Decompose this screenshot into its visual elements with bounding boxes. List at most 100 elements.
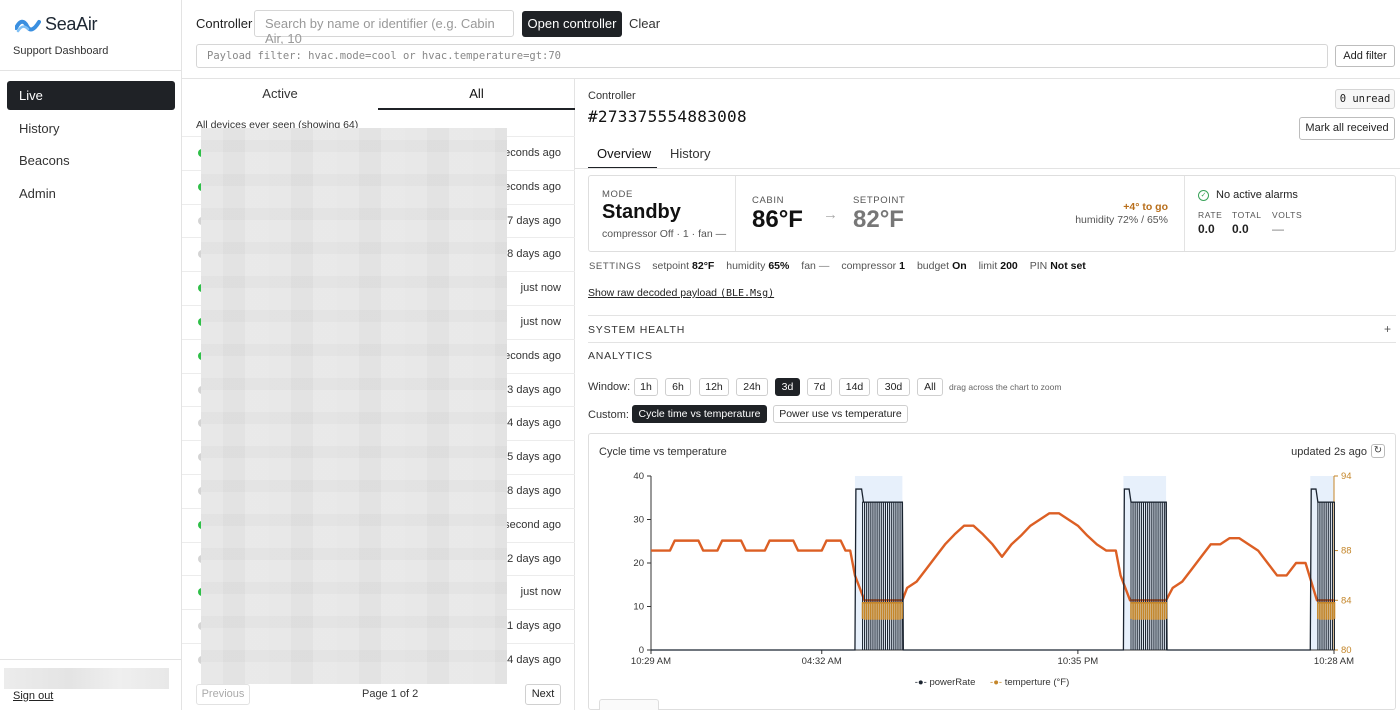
status-card: MODE Standby compressor Off · 1 · fan — … (588, 175, 1396, 252)
cabin-label: CABIN (752, 195, 785, 206)
last-seen-time: 38 days ago (501, 248, 561, 261)
temperature-cycle-line (1317, 601, 1336, 620)
y-right-tick-label: 88 (1341, 546, 1352, 557)
last-seen-time: second ago (504, 518, 561, 531)
setting-value: 65% (768, 260, 790, 272)
y-right-tick-label: 80 (1341, 645, 1352, 656)
last-seen-time: 14 days ago (501, 417, 561, 430)
x-tick-label: 10:29 AM (631, 656, 671, 667)
setting-value: 1 (899, 260, 906, 272)
y-left-tick-label: 10 (633, 602, 644, 613)
brand-logo[interactable]: SeaAir (15, 14, 98, 35)
sidebar-item-beacons[interactable]: Beacons (7, 146, 175, 175)
mode-value: Standby (602, 201, 681, 223)
clear-button[interactable]: Clear (629, 16, 660, 31)
tab-active[interactable]: Active (182, 79, 378, 110)
controller-search-input[interactable]: Search by name or identifier (e.g. Cabin… (254, 10, 514, 46)
legend-label: powerRate (929, 677, 976, 688)
setting-key: limit (978, 260, 998, 272)
cabin-heat-line (651, 512, 1334, 602)
expand-plus-icon[interactable]: + (1384, 322, 1391, 336)
y-right-tick-label: 94 (1341, 471, 1352, 482)
setting-value: 82°F (692, 260, 715, 272)
raw-link-text: Show raw decoded payload (588, 287, 718, 299)
window-12h-button[interactable]: 12h (699, 378, 729, 396)
divider (588, 315, 1396, 316)
device-names-redacted (201, 128, 507, 684)
last-seen-time: just now (520, 586, 561, 599)
analytics-header: ANALYTICS (588, 350, 653, 362)
last-seen-time: seconds ago (498, 147, 561, 159)
next-page-button[interactable]: Next (525, 684, 561, 705)
window-24h-button[interactable]: 24h (736, 378, 768, 396)
tab-history[interactable]: History (670, 146, 710, 169)
setting-key: budget (916, 260, 950, 272)
legend-powerrate[interactable]: -●- powerRate (915, 677, 976, 688)
previous-page-button[interactable]: Previous (196, 684, 250, 705)
settings-label: SETTINGS (589, 261, 642, 272)
custom-cycle-time-button[interactable]: Cycle time vs temperature (632, 405, 767, 423)
last-seen-time: just now (520, 282, 561, 295)
last-seen-time: seconds ago (498, 349, 561, 362)
setting-value: On (952, 260, 967, 272)
divider (588, 342, 1396, 343)
window-14d-button[interactable]: 14d (839, 378, 870, 396)
y-left-tick-label: 40 (633, 471, 644, 482)
window-6h-button[interactable]: 6h (665, 378, 691, 396)
refresh-icon[interactable]: ↻ (1371, 444, 1385, 458)
mark-all-received-button[interactable]: Mark all received (1299, 117, 1395, 140)
rate-value: 0.0 (1198, 222, 1215, 236)
divider (575, 168, 1400, 169)
x-tick-label: 10:35 PM (1058, 656, 1099, 667)
sign-out-link[interactable]: Sign out (13, 690, 53, 702)
chart-card: Cycle time vs temperature updated 2s ago… (588, 433, 1396, 710)
controller-id: #273375554883008 (588, 107, 747, 126)
window-3d-button[interactable]: 3d (775, 378, 800, 396)
controller-label: Controller (588, 90, 636, 102)
check-circle-icon: ✓ (1198, 190, 1209, 201)
mode-subtext: compressor Off · 1 · fan — (602, 228, 727, 240)
last-seen-time: 7 days ago (507, 214, 561, 227)
volts-label: VOLTS (1272, 210, 1303, 220)
add-filter-button[interactable]: Add filter (1335, 45, 1395, 67)
setting-key: setpoint (652, 260, 690, 272)
window-30d-button[interactable]: 30d (877, 378, 910, 396)
user-name-redacted (4, 668, 169, 689)
last-seen-time: seconds ago (498, 180, 561, 193)
mode-label: MODE (602, 189, 633, 200)
setting-value: — (818, 260, 830, 272)
last-seen-time: 18 days ago (501, 485, 561, 497)
show-raw-payload-link[interactable]: Show raw decoded payload (BLE.Msg) (588, 287, 774, 299)
settings-row: SETTINGS setpoint 82°F humidity 65% fan — c… (589, 260, 1095, 272)
window-all-button[interactable]: All (917, 378, 943, 396)
custom-power-use-button[interactable]: Power use vs temperature (773, 405, 908, 423)
setting-key: fan (801, 260, 816, 272)
sidebar-item-admin[interactable]: Admin (7, 179, 175, 208)
alarm-status: No active alarms (1216, 189, 1298, 201)
divider (1184, 176, 1185, 251)
window-7d-button[interactable]: 7d (807, 378, 832, 396)
window-1h-button[interactable]: 1h (634, 378, 658, 396)
setting-key: compressor (841, 260, 897, 272)
custom-label: Custom: (588, 409, 629, 421)
setting-value: 200 (1000, 260, 1018, 272)
system-health-header[interactable]: SYSTEM HEALTH (588, 324, 685, 336)
setting-value: Not set (1050, 260, 1086, 272)
legend-temperature[interactable]: -●- temperture (°F) (990, 677, 1069, 688)
total-value: 0.0 (1232, 222, 1249, 236)
sidebar-item-live[interactable]: Live (7, 81, 175, 110)
chart-footer-tab (599, 699, 659, 710)
payload-filter-input[interactable]: Payload filter: hvac.mode=cool or hvac.t… (196, 44, 1328, 68)
tab-overview[interactable]: Overview (588, 146, 657, 169)
last-seen-time: 23 days ago (501, 383, 561, 396)
chart-legend: -●- powerRate -●- temperture (°F) (589, 677, 1395, 688)
sidebar-item-history[interactable]: History (7, 114, 175, 143)
y-left-tick-label: 0 (639, 645, 644, 656)
y-left-tick-label: 20 (633, 558, 644, 569)
tab-all[interactable]: All (378, 79, 575, 110)
cycle-time-chart[interactable]: 0 10 20 30 40 80 84 88 94 10:29 AM 04:32 AM 10:35 P… (589, 460, 1395, 675)
last-seen-time: 52 days ago (501, 552, 561, 565)
humidity-note: humidity 72% / 65% (1075, 214, 1168, 226)
sidebar: SeaAir Support Dashboard Live History Be… (0, 0, 182, 710)
open-controller-button[interactable]: Open controller (522, 11, 622, 37)
